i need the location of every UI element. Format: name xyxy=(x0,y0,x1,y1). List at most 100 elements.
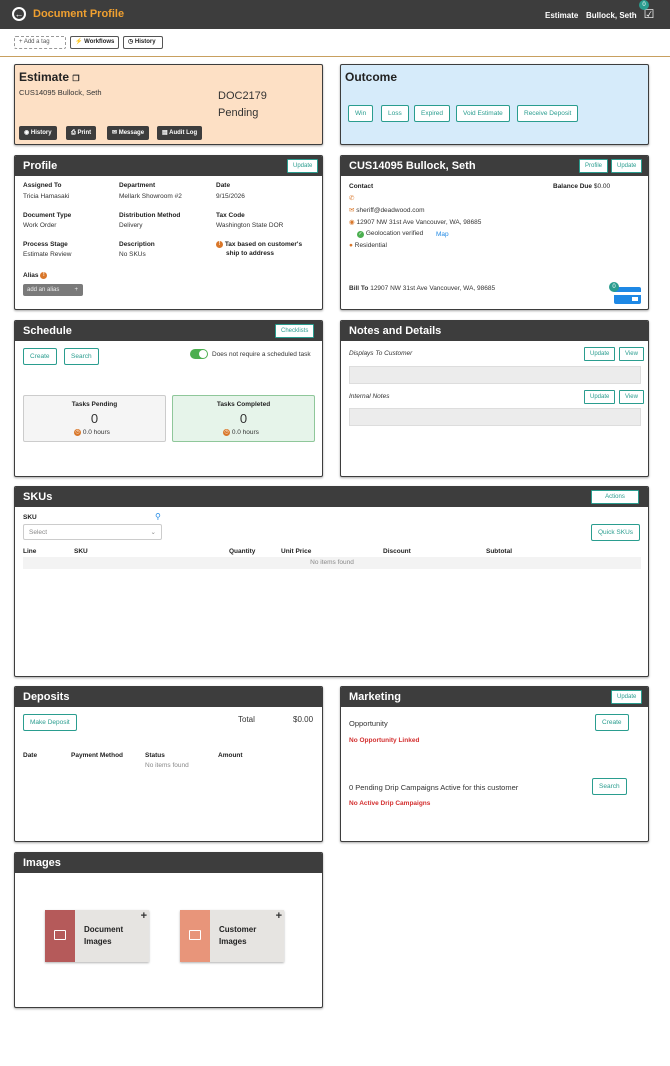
sku-select-placeholder: Select xyxy=(29,529,48,536)
tasks-completed-hours: ◷ 0.0 hours xyxy=(223,429,259,437)
estimate-title: Estimate ❐ xyxy=(19,70,80,84)
document-images-tile[interactable]: Document Images + xyxy=(45,910,149,962)
map-link[interactable]: Map xyxy=(436,231,449,238)
profile-update-button[interactable]: Update xyxy=(287,159,319,173)
profile-panel: Profile Update Assigned To Tricia Hamasa… xyxy=(14,155,323,310)
distribution-value: Delivery xyxy=(119,222,143,229)
displays-view-button[interactable]: View xyxy=(619,347,644,361)
page-title: Document Profile xyxy=(33,8,125,20)
add-tag-button[interactable]: + Add a tag xyxy=(14,36,66,49)
toolbar: + Add a tag ⚡ Workflows ◷ History xyxy=(0,29,670,57)
marketing-title: Marketing xyxy=(349,691,401,703)
displays-to-customer-box[interactable] xyxy=(349,366,641,384)
description-label: Description xyxy=(119,241,155,248)
make-deposit-button[interactable]: Make Deposit xyxy=(23,714,77,731)
copy-icon[interactable]: ❐ xyxy=(72,74,79,83)
tasks-pending-card: Tasks Pending 0 ◷ 0.0 hours xyxy=(23,395,166,442)
schedule-panel: Schedule Checklists Create Search Does n… xyxy=(14,320,323,477)
column-amount: Amount xyxy=(218,752,243,759)
history-label: History xyxy=(134,39,156,45)
drip-search-button[interactable]: Search xyxy=(592,778,627,795)
schedule-header: Schedule Checklists xyxy=(15,321,322,341)
customer-images-line1: Customer xyxy=(219,925,257,934)
bolt-icon: ⚡ xyxy=(75,39,83,45)
checklists-button[interactable]: Checklists xyxy=(275,324,315,338)
tasks-completed-count: 0 xyxy=(239,411,248,426)
void-estimate-button[interactable]: Void Estimate xyxy=(456,105,510,122)
doc-type-label: Document Type xyxy=(23,212,72,219)
estimate-doc-number: DOC2179 xyxy=(218,90,267,102)
column-unit-price: Unit Price xyxy=(281,548,312,555)
info-icon: ! xyxy=(216,241,223,248)
back-arrow-icon[interactable]: ← xyxy=(12,7,26,21)
customer-profile-button[interactable]: Profile xyxy=(579,159,609,173)
notes-header: Notes and Details xyxy=(341,321,648,341)
win-button[interactable]: Win xyxy=(348,105,374,122)
estimate-customer: CUS14095 Bullock, Seth xyxy=(19,88,102,97)
customer-title: CUS14095 Bullock, Seth xyxy=(349,160,476,172)
doc-type-value: Work Order xyxy=(23,222,57,229)
audit-log-button[interactable]: ▤ Audit Log xyxy=(157,126,203,140)
sku-actions-button[interactable]: Actions xyxy=(591,490,639,504)
column-line: Line xyxy=(23,548,37,555)
expired-button[interactable]: Expired xyxy=(414,105,451,122)
profile-title: Profile xyxy=(23,160,58,172)
displays-update-button[interactable]: Update xyxy=(584,347,616,361)
alias-info-icon: ! xyxy=(40,272,48,279)
schedule-search-button[interactable]: Search xyxy=(64,348,99,365)
receive-deposit-button[interactable]: Receive Deposit xyxy=(517,105,579,122)
skus-title: SKUs xyxy=(23,491,53,503)
customer-images-tile[interactable]: Customer Images + xyxy=(180,910,284,962)
search-icon[interactable]: ⚲ xyxy=(155,512,161,521)
add-alias-button[interactable]: add an alias + xyxy=(23,284,83,296)
print-button[interactable]: ⎙ Print xyxy=(66,126,97,140)
image-icon xyxy=(54,930,66,940)
quick-skus-button[interactable]: Quick SKUs xyxy=(591,524,641,541)
balance-due-value: $0.00 xyxy=(593,183,611,190)
opportunity-label: Opportunity xyxy=(349,719,388,728)
estimate-status: Pending xyxy=(218,107,259,119)
description-value: No SKUs xyxy=(119,251,146,258)
clock-icon: ◷ xyxy=(223,429,230,436)
phone-icon: ✆ xyxy=(349,195,355,202)
sku-select[interactable]: Select ⌄ xyxy=(23,524,162,540)
internal-notes-box[interactable] xyxy=(349,408,641,426)
history-toolbar-button[interactable]: ◷ History xyxy=(123,36,163,49)
add-customer-image-icon[interactable]: + xyxy=(276,910,282,922)
deposits-empty-text: No items found xyxy=(145,762,189,769)
geolocation-status: ✓ Geolocation verified xyxy=(357,230,424,238)
opportunity-create-button[interactable]: Create xyxy=(595,714,629,731)
marketing-update-button[interactable]: Update xyxy=(611,690,643,704)
customer-update-button[interactable]: Update xyxy=(611,159,643,173)
customer-email[interactable]: ✉ sheriff@deadwood.com xyxy=(349,206,425,214)
column-quantity: Quantity xyxy=(229,548,256,555)
tax-note: ! Tax based on customer's xyxy=(216,241,302,248)
schedule-create-button[interactable]: Create xyxy=(23,348,57,365)
clock-icon: ◷ xyxy=(128,39,134,45)
alias-label: Alias ! xyxy=(23,272,48,279)
internal-update-button[interactable]: Update xyxy=(584,390,616,404)
balance-due-label: Balance Due $0.00 xyxy=(553,183,611,190)
workflows-button[interactable]: ⚡ Workflows xyxy=(70,36,119,49)
internal-view-button[interactable]: View xyxy=(619,390,644,404)
message-button[interactable]: ✉ Message xyxy=(107,126,150,140)
history-button[interactable]: ◉ History xyxy=(19,126,57,140)
marketing-panel: Marketing Update Opportunity Create No O… xyxy=(340,686,649,842)
header-user[interactable]: Bullock, Seth xyxy=(586,11,637,20)
skus-panel: SKUs Actions SKU ⚲ Select ⌄ Quick SKUs L… xyxy=(14,486,649,677)
images-header: Images xyxy=(15,853,322,873)
column-discount: Discount xyxy=(383,548,411,555)
plus-icon: + xyxy=(74,287,78,293)
tax-note-line2: ship to address xyxy=(226,250,275,257)
loss-button[interactable]: Loss xyxy=(381,105,409,122)
date-value: 9/15/2026 xyxy=(216,193,245,200)
tasks-pending-hours: ◷ 0.0 hours xyxy=(74,429,110,437)
internal-notes-label: Internal Notes xyxy=(349,393,390,400)
deposits-header: Deposits xyxy=(15,687,322,707)
document-images-swatch xyxy=(45,910,75,962)
no-task-toggle[interactable] xyxy=(190,349,208,359)
date-label: Date xyxy=(216,182,231,189)
bill-to: Bill To 12907 NW 31st Ave Vancouver, WA,… xyxy=(349,285,496,292)
add-document-image-icon[interactable]: + xyxy=(141,910,147,922)
drip-campaigns-label: 0 Pending Drip Campaigns Active for this… xyxy=(349,783,519,792)
